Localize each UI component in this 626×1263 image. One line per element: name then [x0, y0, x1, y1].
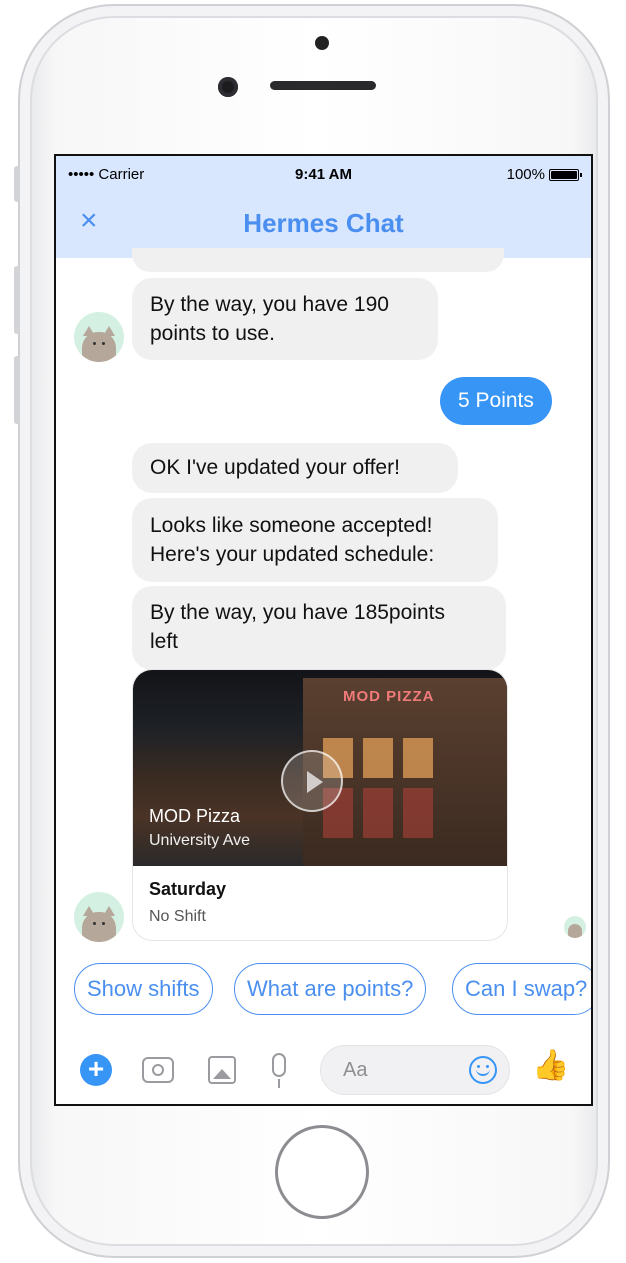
microphone-icon[interactable]	[272, 1053, 286, 1088]
message-input-placeholder: Aa	[343, 1059, 368, 1081]
message-bubble: By the way, you have 190 points to use.	[132, 278, 438, 360]
shift-status: No Shift	[149, 908, 206, 925]
chat-title: Hermes Chat	[243, 208, 404, 238]
quick-reply-what-are-points[interactable]: What are points?	[234, 963, 427, 1015]
message-text: points to use.	[150, 322, 275, 345]
previous-message-bubble	[132, 248, 504, 272]
quick-reply-show-shifts[interactable]: Show shifts	[74, 963, 213, 1015]
quick-reply-can-i-swap[interactable]: Can I swap?	[452, 963, 591, 1015]
camera-icon[interactable]	[142, 1057, 174, 1083]
message-input[interactable]: Aa	[320, 1045, 510, 1095]
message-text: By the way, you have 190	[150, 293, 389, 316]
earpiece-speaker	[270, 81, 376, 90]
home-button[interactable]	[275, 1125, 369, 1219]
bot-avatar	[74, 892, 124, 942]
restaurant-sign: MOD PIZZA	[343, 688, 435, 705]
play-icon[interactable]	[281, 750, 343, 812]
message-bubble: By the way, you have 185points left	[132, 586, 506, 670]
bot-avatar	[74, 312, 124, 362]
read-receipt-avatar	[564, 916, 586, 938]
message-bubble: Looks like someone accepted! Here's your…	[132, 498, 498, 582]
emoji-icon[interactable]	[469, 1056, 497, 1084]
message-text: Looks like someone accepted!	[150, 514, 433, 537]
location-name: MOD Pizza	[149, 806, 241, 826]
status-bar: ••••• Carrier 9:41 AM 100%	[56, 156, 591, 192]
image-icon[interactable]	[208, 1056, 236, 1084]
plus-icon[interactable]: +	[80, 1054, 112, 1086]
volume-up-button	[14, 266, 20, 334]
message-text: Here's your updated schedule:	[150, 543, 435, 566]
message-text: By the way, you have 185points	[150, 601, 445, 624]
shift-day: Saturday	[149, 879, 227, 899]
schedule-card[interactable]: MOD PIZZA MOD Pizza University Ave Satur…	[132, 669, 508, 941]
header: ••••• Carrier 9:41 AM 100% × Hermes Chat	[56, 156, 591, 258]
front-sensor	[315, 36, 329, 50]
front-camera	[218, 77, 238, 97]
location-photo: MOD PIZZA MOD Pizza University Ave	[133, 670, 507, 866]
battery-indicator: 100%	[506, 166, 582, 183]
message-bubble: OK I've updated your offer!	[132, 443, 458, 493]
composer-bar: + Aa 👍	[56, 1031, 591, 1104]
user-message-bubble: 5 Points	[440, 377, 552, 425]
thumbs-up-icon[interactable]: 👍	[532, 1049, 569, 1083]
message-text: OK I've updated your offer!	[150, 456, 400, 479]
volume-down-button	[14, 356, 20, 424]
message-text: 5 Points	[458, 389, 534, 412]
app-screen: ••••• Carrier 9:41 AM 100% × Hermes Chat…	[54, 154, 593, 1106]
location-street: University Ave	[149, 832, 251, 849]
mute-switch	[14, 166, 20, 202]
battery-icon	[549, 168, 582, 181]
battery-percent: 100%	[506, 166, 545, 183]
message-text: left	[150, 630, 179, 653]
